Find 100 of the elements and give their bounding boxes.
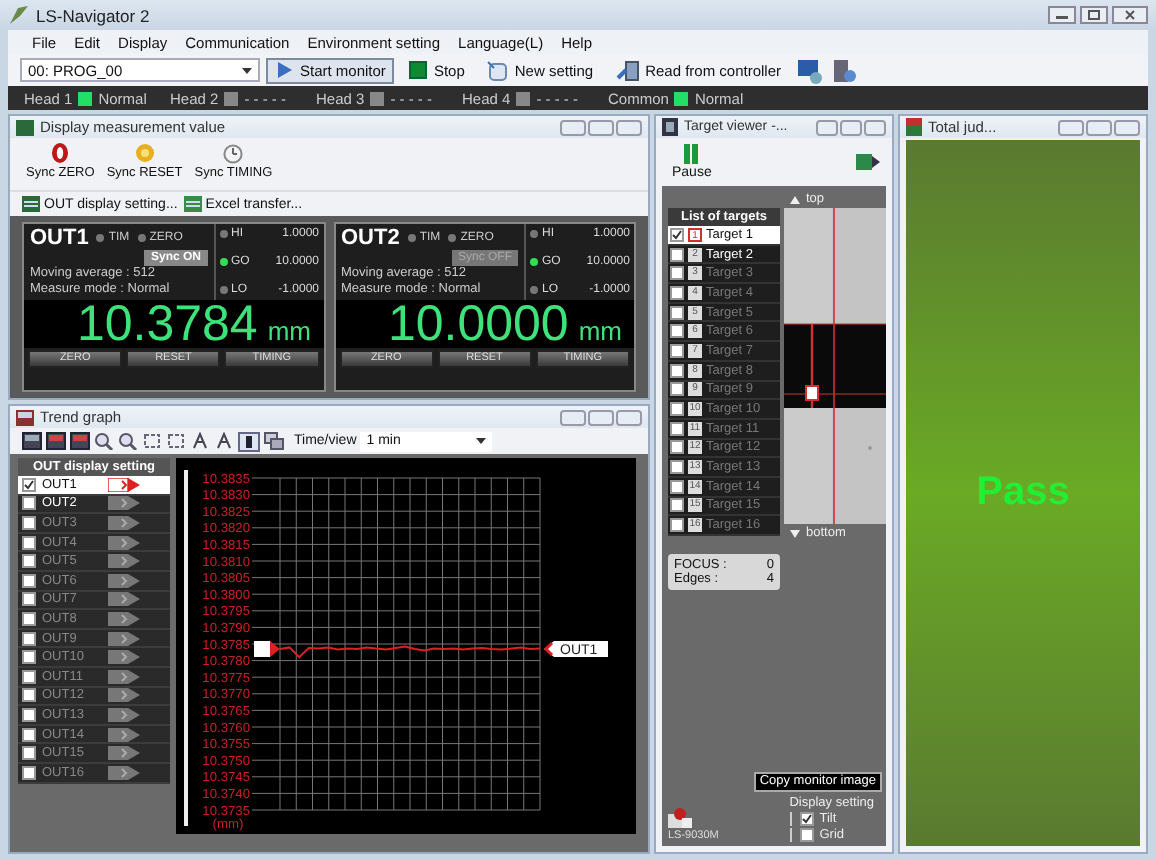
panel-icon (16, 409, 34, 425)
scale-icon[interactable] (214, 432, 234, 450)
tick-mark (251, 477, 281, 479)
checkbox[interactable] (22, 611, 36, 626)
graph-layout-icon[interactable] (46, 432, 66, 450)
tick-mark (251, 743, 281, 745)
scale-icon[interactable] (190, 432, 210, 450)
checkbox[interactable] (22, 515, 36, 530)
arrow-marker-icon (108, 477, 140, 492)
minimize-icon[interactable] (1048, 6, 1076, 24)
stop-icon (407, 60, 428, 80)
arrow-marker-icon (108, 765, 140, 780)
arrow-marker-icon (108, 535, 140, 550)
graph-layout-icon[interactable] (22, 432, 42, 450)
graph-layout-icon[interactable] (70, 432, 90, 450)
checkbox[interactable] (22, 554, 36, 569)
checkbox[interactable] (670, 518, 684, 533)
tick-mark (251, 709, 281, 711)
checkbox[interactable] (22, 592, 36, 607)
tick-mark (251, 660, 281, 662)
panel-icon (16, 119, 34, 135)
export-icon[interactable] (856, 152, 880, 172)
tick-mark (251, 776, 281, 778)
stopwatch-icon (222, 142, 245, 164)
tick-mark (251, 676, 281, 678)
tick-mark (251, 527, 281, 529)
copy-icon[interactable] (264, 432, 284, 450)
checkbox[interactable] (670, 266, 684, 281)
tick-mark (251, 543, 281, 545)
maximize-icon[interactable] (1080, 6, 1108, 24)
checkbox[interactable] (670, 247, 684, 262)
checkbox[interactable] (22, 765, 36, 780)
checkbox[interactable] (799, 828, 814, 842)
arrow-marker-icon (108, 515, 140, 530)
checkbox[interactable] (22, 650, 36, 665)
tick-mark (251, 494, 281, 496)
checkbox[interactable] (670, 343, 684, 358)
checkbox[interactable] (22, 727, 36, 742)
table-icon (22, 196, 40, 212)
sensor-head-icon (668, 808, 692, 828)
checkbox[interactable] (670, 285, 684, 300)
play-icon (274, 60, 294, 80)
close-icon[interactable] (1112, 6, 1148, 24)
checkbox[interactable] (22, 631, 36, 646)
window-title: LS-Navigator 2 (36, 5, 150, 25)
checkbox[interactable] (670, 460, 684, 475)
cursor-icon[interactable] (238, 431, 260, 451)
checkbox[interactable] (670, 479, 684, 494)
checkbox[interactable] (22, 535, 36, 550)
checkbox[interactable] (670, 305, 684, 320)
checkbox[interactable] (670, 402, 684, 417)
checkbox[interactable] (22, 707, 36, 722)
checkbox[interactable] (22, 669, 36, 684)
tick-mark (251, 560, 281, 562)
measured-value: 10.0000 (387, 300, 569, 348)
arrow-marker-icon (108, 688, 140, 703)
arrow-marker-icon (108, 573, 140, 588)
value-unit: mm (578, 316, 622, 346)
arrow-marker-icon (108, 496, 140, 511)
tick-mark (251, 693, 281, 695)
checkbox[interactable] (670, 227, 684, 242)
checkbox[interactable] (670, 421, 684, 436)
checkbox[interactable] (670, 382, 684, 397)
device-icon (615, 59, 640, 81)
checkbox[interactable] (22, 573, 36, 588)
tick-mark (251, 593, 281, 595)
tick-mark (251, 610, 281, 612)
checkbox[interactable] (22, 688, 36, 703)
arrow-marker-icon (108, 631, 140, 646)
zoom-icon[interactable] (94, 432, 114, 450)
ring-icon (50, 142, 71, 164)
device-settings-icon[interactable] (829, 57, 858, 83)
scrollbar[interactable] (184, 470, 188, 826)
judgement-result: Pass (976, 470, 1070, 516)
start-marker-icon[interactable] (254, 641, 280, 657)
panel-icon (906, 118, 922, 136)
tick-mark (251, 510, 281, 512)
tick-mark (251, 643, 281, 645)
checkbox[interactable] (22, 496, 36, 511)
arrow-marker-icon (108, 746, 140, 761)
tick-mark (251, 809, 281, 811)
monitor-icon[interactable] (795, 57, 824, 83)
output-name: OUT2 (341, 226, 400, 250)
tick-mark (251, 577, 281, 579)
checkbox[interactable] (799, 812, 814, 826)
table-icon (183, 196, 202, 212)
checkbox[interactable] (670, 324, 684, 339)
checkbox[interactable] (670, 363, 684, 378)
checkbox[interactable] (22, 746, 36, 761)
app-icon (8, 4, 30, 26)
output-name: OUT1 (30, 226, 89, 250)
zoom-icon[interactable] (118, 432, 138, 450)
down-arrow-icon (790, 529, 800, 537)
checkbox[interactable] (670, 440, 684, 455)
caret-icon (476, 438, 487, 444)
up-arrow-icon (790, 195, 800, 203)
checkbox[interactable] (670, 498, 684, 513)
checkbox[interactable] (22, 477, 36, 492)
tick-mark (251, 792, 281, 794)
arrow-marker-icon (108, 669, 140, 684)
